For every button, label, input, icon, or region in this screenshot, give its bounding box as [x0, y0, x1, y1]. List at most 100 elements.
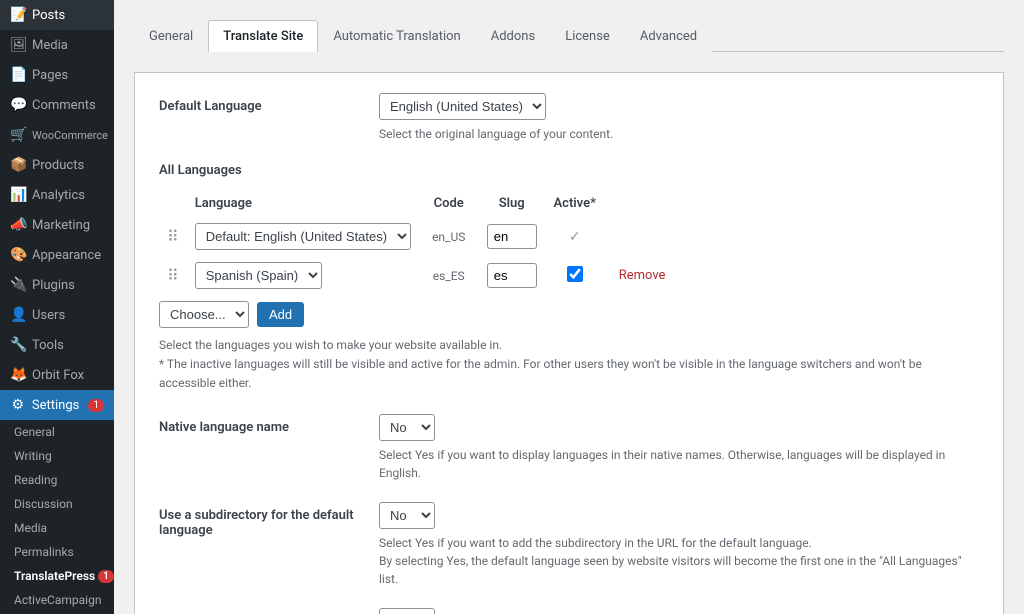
users-icon: 👤 — [10, 307, 26, 323]
translatepress-badge: 1 — [98, 570, 114, 583]
slug-input-en[interactable] — [487, 224, 537, 249]
drag-handle-icon[interactable]: ⠿ — [167, 266, 179, 285]
sidebar-item-plugins[interactable]: 🔌 Plugins — [0, 270, 114, 300]
media-icon: 🖼 — [10, 37, 26, 53]
default-language-control: English (United States) Select the origi… — [379, 93, 979, 143]
sidebar-item-label: Plugins — [32, 278, 75, 293]
woo-icon: 🛒 — [10, 127, 26, 143]
sidebar-item-analytics[interactable]: 📊 Analytics — [0, 180, 114, 210]
plugins-icon: 🔌 — [10, 277, 26, 293]
default-language-help: Select the original language of your con… — [379, 125, 979, 143]
native-language-label: Native language name — [159, 414, 359, 435]
sidebar-item-products[interactable]: 📦 Products — [0, 150, 114, 180]
drag-handle-icon[interactable]: ⠿ — [167, 227, 179, 246]
tab-advanced[interactable]: Advanced — [625, 20, 712, 52]
active-checkbox-es[interactable] — [567, 266, 583, 282]
submenu-media[interactable]: Media — [0, 516, 114, 540]
sidebar-item-label: Appearance — [32, 248, 101, 263]
sidebar-item-pages[interactable]: 📄 Pages — [0, 60, 114, 90]
native-language-help: Select Yes if you want to display langua… — [379, 446, 979, 482]
lang-code-en: en_US — [419, 217, 479, 256]
sidebar-item-settings[interactable]: ⚙ Settings 1 — [0, 390, 114, 420]
sidebar-item-label: Products — [32, 158, 84, 173]
submenu-discussion[interactable]: Discussion — [0, 492, 114, 516]
language-select-spanish[interactable]: Spanish (Spain) — [195, 262, 322, 289]
subdirectory-control: No Yes Select Yes if you want to add the… — [379, 502, 979, 588]
col-code: Code — [419, 190, 479, 217]
sidebar-item-woocommerce[interactable]: 🛒 WooCommerce — [0, 120, 114, 150]
sidebar-item-media[interactable]: 🖼 Media — [0, 30, 114, 60]
native-language-select[interactable]: No Yes — [379, 414, 435, 441]
sidebar-item-comments[interactable]: 💬 Comments — [0, 90, 114, 120]
sidebar-item-orbit-fox[interactable]: 🦊 Orbit Fox — [0, 360, 114, 390]
tab-license[interactable]: License — [550, 20, 625, 52]
default-language-row: Default Language English (United States)… — [159, 93, 979, 143]
settings-submenu: General Writing Reading Discussion Media… — [0, 420, 114, 614]
subdirectory-label: Use a subdirectory for the default langu… — [159, 502, 359, 538]
add-language-button[interactable]: Add — [257, 302, 304, 327]
choose-language-select[interactable]: Choose... — [159, 301, 249, 328]
sidebar-item-appearance[interactable]: 🎨 Appearance — [0, 240, 114, 270]
sidebar-item-label: Media — [32, 38, 68, 53]
sidebar-item-label: Posts — [32, 8, 65, 23]
submenu-permalinks[interactable]: Permalinks — [0, 540, 114, 564]
force-language-select[interactable]: No Yes — [379, 608, 435, 614]
appearance-icon: 🎨 — [10, 247, 26, 263]
tab-automatic-translation[interactable]: Automatic Translation — [318, 20, 475, 52]
table-row: ⠿ Spanish (Spain) es_ES — [159, 256, 979, 295]
remove-spanish-link[interactable]: Remove — [619, 268, 666, 283]
add-language-row: Choose... Add — [159, 301, 979, 328]
submenu-writing[interactable]: Writing — [0, 444, 114, 468]
pages-icon: 📄 — [10, 67, 26, 83]
sidebar-item-label: Settings — [32, 398, 79, 413]
subdirectory-select[interactable]: No Yes — [379, 502, 435, 529]
force-language-label: Force language in custom links — [159, 608, 359, 614]
table-row: ⠿ Default: English (United States) en_US — [159, 217, 979, 256]
sidebar-item-label: Tools — [32, 338, 64, 353]
submenu-reading[interactable]: Reading — [0, 468, 114, 492]
orbit-fox-icon: 🦊 — [10, 367, 26, 383]
col-slug: Slug — [479, 190, 545, 217]
force-language-row: Force language in custom links No Yes Se… — [159, 608, 979, 614]
tab-addons[interactable]: Addons — [476, 20, 550, 52]
lang-code-es: es_ES — [419, 256, 479, 295]
native-language-control: No Yes Select Yes if you want to display… — [379, 414, 979, 482]
posts-icon: 📝 — [10, 7, 26, 23]
products-icon: 📦 — [10, 157, 26, 173]
marketing-icon: 📣 — [10, 217, 26, 233]
col-language: Language — [187, 190, 419, 217]
tab-general[interactable]: General — [134, 20, 208, 52]
sidebar-item-marketing[interactable]: 📣 Marketing — [0, 210, 114, 240]
sidebar-item-users[interactable]: 👤 Users — [0, 300, 114, 330]
default-language-select[interactable]: English (United States) — [379, 93, 546, 120]
sidebar: 📝 Posts 🖼 Media 📄 Pages 💬 Comments 🛒 Woo… — [0, 0, 114, 614]
default-language-label: Default Language — [159, 93, 359, 114]
sidebar-item-tools[interactable]: 🔧 Tools — [0, 330, 114, 360]
settings-badge: 1 — [88, 399, 104, 412]
comments-icon: 💬 — [10, 97, 26, 113]
active-checkmark-en: ✓ — [569, 229, 581, 245]
sidebar-item-label: Analytics — [32, 188, 85, 203]
sidebar-item-label: WooCommerce — [32, 129, 108, 142]
language-select-english[interactable]: Default: English (United States) — [195, 223, 411, 250]
sidebar-item-label: Orbit Fox — [32, 368, 84, 383]
all-languages-section: All Languages Language Code Slug Active* — [159, 163, 979, 394]
sidebar-item-label: Pages — [32, 68, 68, 83]
subdirectory-row: Use a subdirectory for the default langu… — [159, 502, 979, 588]
col-active: Active* — [545, 190, 605, 217]
languages-table: Language Code Slug Active* ⠿ De — [159, 190, 979, 295]
force-language-control: No Yes Select Yes if you want to force c… — [379, 608, 979, 614]
all-languages-label: All Languages — [159, 163, 979, 178]
tools-icon: 🔧 — [10, 337, 26, 353]
tabs-bar: General Translate Site Automatic Transla… — [134, 20, 1004, 52]
submenu-general[interactable]: General — [0, 420, 114, 444]
slug-input-es[interactable] — [487, 263, 537, 288]
tab-translate-site[interactable]: Translate Site — [208, 20, 318, 52]
settings-body: Default Language English (United States)… — [134, 72, 1004, 614]
submenu-translatepress[interactable]: TranslatePress 1 — [0, 564, 114, 588]
languages-help: Select the languages you wish to make yo… — [159, 336, 979, 394]
sidebar-item-posts[interactable]: 📝 Posts — [0, 0, 114, 30]
sidebar-item-label: Users — [32, 308, 65, 323]
submenu-activecampaign[interactable]: ActiveCampaign — [0, 588, 114, 612]
subdirectory-help: Select Yes if you want to add the subdir… — [379, 534, 979, 588]
